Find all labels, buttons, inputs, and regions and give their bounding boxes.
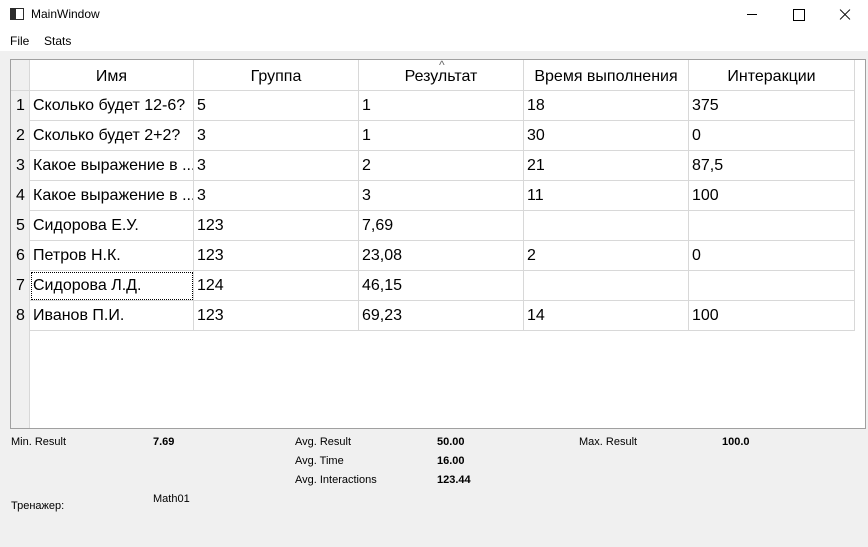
column-header-interactions[interactable]: Интеракции [689, 60, 855, 91]
window-title: MainWindow [31, 7, 100, 21]
minimize-button[interactable] [729, 0, 775, 30]
table-cell-interactions[interactable]: 0 [689, 241, 855, 271]
table-cell-name[interactable]: Петров Н.К. [30, 241, 194, 271]
avg-result-value: 50.00 [437, 436, 465, 448]
close-button[interactable] [822, 0, 868, 30]
table-cell-result[interactable]: 2 [359, 151, 524, 181]
menu-bar: File Stats [0, 30, 868, 51]
table-cell-result[interactable]: 46,15 [359, 271, 524, 301]
trainer-label: Тренажер: [11, 500, 65, 512]
table-cell-result[interactable]: 1 [359, 91, 524, 121]
table-cell-result[interactable]: 23,08 [359, 241, 524, 271]
table-cell-group[interactable]: 5 [194, 91, 359, 121]
table-cell-result[interactable]: 7,69 [359, 211, 524, 241]
max-result-label: Max. Result [579, 436, 638, 448]
menu-file[interactable]: File [10, 34, 29, 48]
table-cell-group[interactable]: 123 [194, 301, 359, 331]
window-icon [10, 8, 24, 20]
avg-interactions-value: 123.44 [437, 474, 471, 486]
avg-interactions-label: Avg. Interactions [295, 474, 377, 486]
table-cell-interactions[interactable] [689, 271, 855, 301]
min-result-label: Min. Result [11, 436, 67, 448]
avg-time-value: 16.00 [437, 455, 465, 467]
table-cell-name[interactable]: Сколько будет 12-6? [30, 91, 194, 121]
maximize-button[interactable] [775, 0, 821, 30]
table-cell-group[interactable]: 3 [194, 151, 359, 181]
row-number[interactable]: 4 [11, 181, 30, 211]
max-result-value: 100.0 [722, 436, 750, 448]
row-number[interactable]: 3 [11, 151, 30, 181]
table-cell-group[interactable]: 3 [194, 121, 359, 151]
table-cell-time[interactable]: 14 [524, 301, 689, 331]
table-cell-group[interactable]: 123 [194, 211, 359, 241]
table-cell-name[interactable]: Сидорова Е.У. [30, 211, 194, 241]
table-cell-interactions[interactable]: 87,5 [689, 151, 855, 181]
table-cell-interactions[interactable]: 100 [689, 301, 855, 331]
column-header-name[interactable]: Имя [30, 60, 194, 91]
table-corner-button[interactable] [11, 60, 30, 91]
table-cell-time[interactable]: 21 [524, 151, 689, 181]
avg-result-label: Avg. Result [295, 436, 352, 448]
table-cell-interactions[interactable] [689, 211, 855, 241]
table-cell-interactions[interactable]: 375 [689, 91, 855, 121]
table-cell-time[interactable]: 18 [524, 91, 689, 121]
table-cell-time[interactable] [524, 211, 689, 241]
min-result-value: 7.69 [153, 436, 175, 448]
table-cell-interactions[interactable]: 0 [689, 121, 855, 151]
table-cell-result[interactable]: 1 [359, 121, 524, 151]
row-number[interactable]: 8 [11, 301, 30, 331]
row-number[interactable]: 6 [11, 241, 30, 271]
table-cell-result[interactable]: 69,23 [359, 301, 524, 331]
avg-time-label: Avg. Time [295, 455, 344, 467]
table-cell-interactions[interactable]: 100 [689, 181, 855, 211]
title-bar: MainWindow [0, 0, 868, 30]
table-cell-group[interactable]: 3 [194, 181, 359, 211]
row-number[interactable]: 1 [11, 91, 30, 121]
row-number[interactable]: 7 [11, 271, 30, 301]
table-cell-time[interactable]: 30 [524, 121, 689, 151]
results-table[interactable]: Имя Группа Результат Время выполнения Ин… [10, 59, 866, 429]
table-cell-name[interactable]: Сидорова Л.Д. [30, 271, 194, 301]
menu-stats[interactable]: Stats [44, 34, 71, 48]
column-header-group[interactable]: Группа [194, 60, 359, 91]
row-number[interactable]: 5 [11, 211, 30, 241]
table-cell-name[interactable]: Иванов П.И. [30, 301, 194, 331]
table-cell-result[interactable]: 3 [359, 181, 524, 211]
table-cell-group[interactable]: 124 [194, 271, 359, 301]
table-cell-time[interactable]: 2 [524, 241, 689, 271]
trainer-value: Math01 [153, 493, 190, 505]
table-cell-time[interactable]: 11 [524, 181, 689, 211]
table-cell-name[interactable]: Какое выражение в ... [30, 151, 194, 181]
table-cell-time[interactable] [524, 271, 689, 301]
table-cell-name[interactable]: Какое выражение в ... [30, 181, 194, 211]
sort-indicator-icon: ^ [439, 59, 445, 72]
column-header-time[interactable]: Время выполнения [524, 60, 689, 91]
table-cell-name[interactable]: Сколько будет 2+2? [30, 121, 194, 151]
row-number[interactable]: 2 [11, 121, 30, 151]
table-cell-group[interactable]: 123 [194, 241, 359, 271]
